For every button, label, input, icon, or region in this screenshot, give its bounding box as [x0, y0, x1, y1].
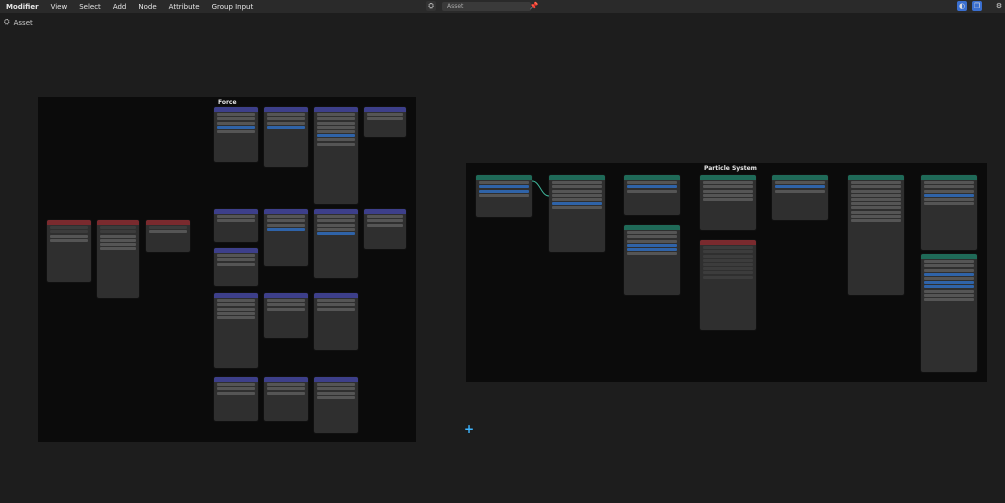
particle-link [531, 180, 550, 197]
node-links [531, 180, 550, 197]
crosshair-cursor: + [464, 422, 475, 436]
